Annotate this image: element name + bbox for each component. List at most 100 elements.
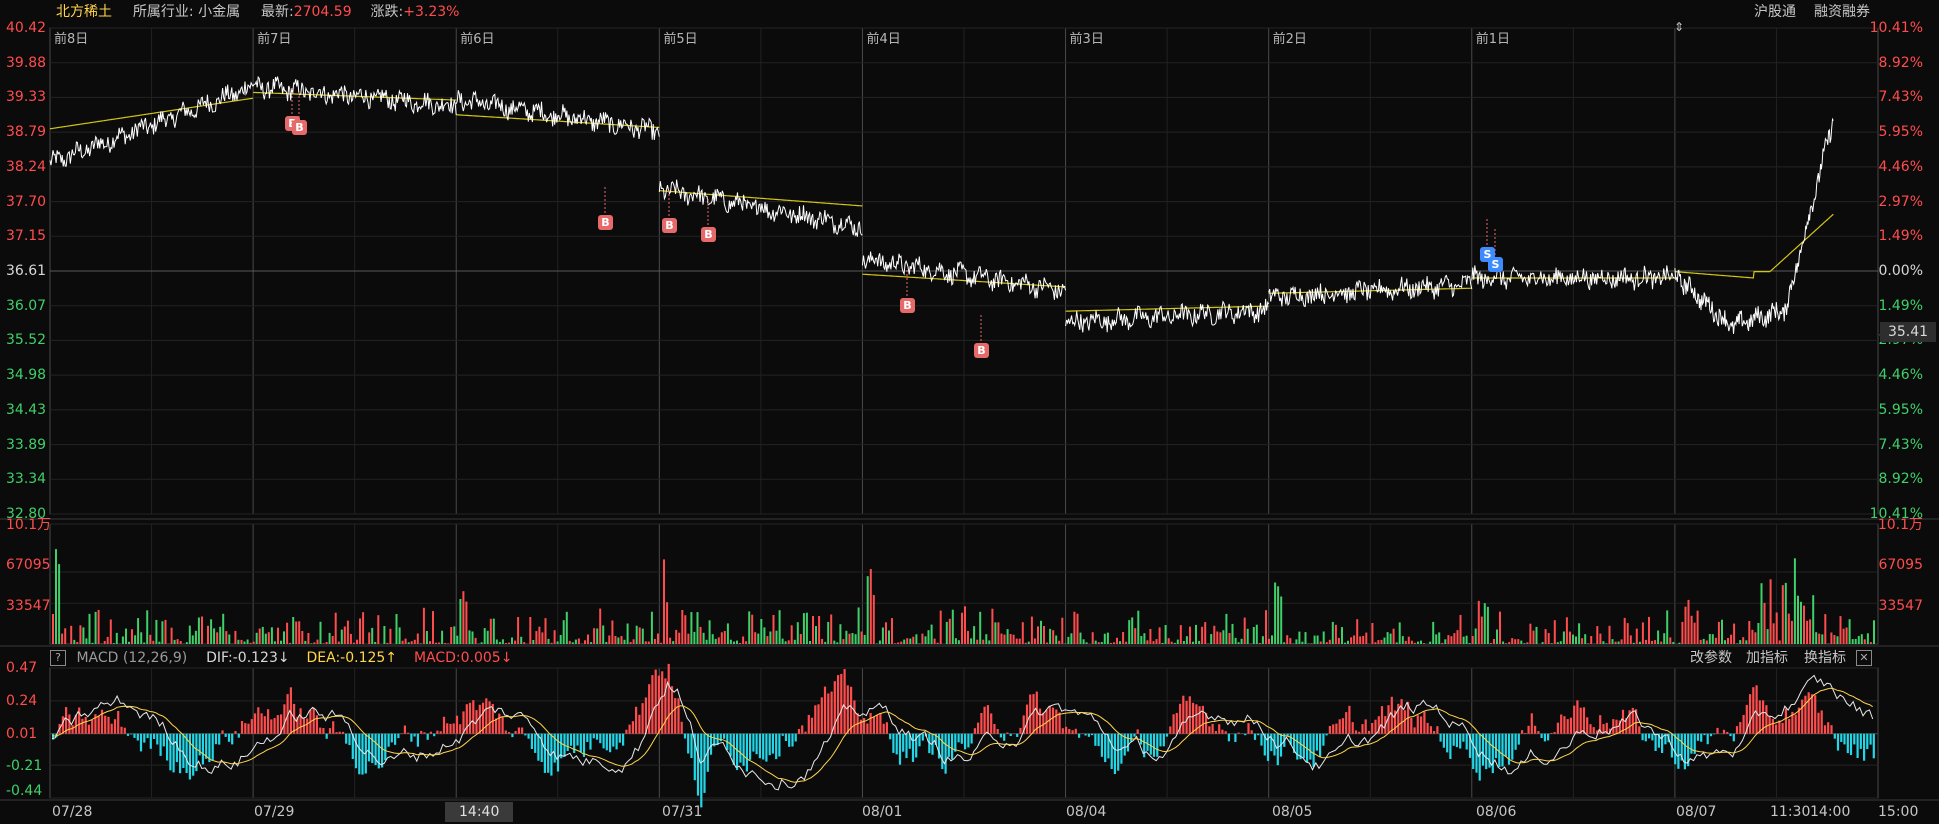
switch-indicator-button[interactable]: 换指标 bbox=[1804, 648, 1846, 668]
change-params-button[interactable]: 改参数 bbox=[1690, 648, 1732, 668]
macd-bar bbox=[1830, 725, 1833, 734]
macd-bar bbox=[521, 727, 524, 734]
macd-bar bbox=[556, 733, 560, 772]
macd-axis-3: -0.21 bbox=[6, 758, 43, 774]
volume-bar bbox=[1535, 626, 1538, 644]
volume-bar bbox=[1730, 634, 1733, 644]
drag-handle-icon[interactable]: ⇕ bbox=[1674, 20, 1684, 34]
buy-marker[interactable]: B bbox=[598, 215, 613, 230]
volume-bar bbox=[644, 641, 647, 644]
volume-bar bbox=[1821, 634, 1824, 644]
volume-bar bbox=[304, 640, 307, 644]
volume-bar bbox=[611, 620, 614, 644]
volume-bar bbox=[1790, 620, 1793, 644]
volume-bar bbox=[158, 641, 161, 644]
time-tick-label: 08/05 bbox=[1272, 804, 1313, 820]
volume-bar bbox=[340, 629, 343, 644]
volume-bar bbox=[556, 641, 559, 644]
macd-bar bbox=[599, 733, 602, 744]
volume-bar bbox=[921, 633, 924, 644]
add-indicator-button[interactable]: 加指标 bbox=[1746, 648, 1788, 668]
macd-bar bbox=[1374, 719, 1377, 734]
macd-bar bbox=[1087, 733, 1090, 737]
volume-bar bbox=[371, 627, 374, 644]
time-tick-label: 07/29 bbox=[254, 804, 295, 820]
stock-name[interactable]: 北方稀土 bbox=[56, 4, 112, 20]
volume-bar bbox=[1866, 633, 1869, 644]
volume-bar bbox=[608, 635, 611, 644]
volume-bar bbox=[1365, 632, 1368, 644]
buy-marker[interactable]: B bbox=[292, 120, 307, 135]
macd-bar bbox=[1221, 729, 1224, 734]
macd-label[interactable]: MACD (12,26,9) bbox=[76, 650, 187, 666]
macd-bar bbox=[1260, 733, 1263, 746]
macd-bar bbox=[524, 733, 527, 736]
macd-bar bbox=[1742, 715, 1745, 734]
day-label: 前5日 bbox=[663, 32, 698, 47]
volume-bar bbox=[1341, 627, 1343, 644]
buy-marker[interactable]: B bbox=[974, 343, 989, 358]
time-tick-label: 08/04 bbox=[1066, 804, 1107, 820]
macd-bar bbox=[648, 684, 651, 734]
macd-bar bbox=[605, 733, 608, 751]
volume-bar bbox=[511, 637, 513, 644]
macd-bar bbox=[1426, 722, 1429, 734]
volume-bar bbox=[961, 612, 963, 644]
macd-bar bbox=[983, 706, 986, 734]
macd-bar bbox=[1840, 733, 1843, 742]
macd-bar bbox=[866, 723, 869, 734]
macd-bar bbox=[911, 733, 915, 762]
volume-bar bbox=[1353, 635, 1356, 644]
volume-bar bbox=[438, 642, 441, 644]
volume-bar bbox=[1587, 643, 1590, 644]
buy-marker[interactable]: B bbox=[701, 227, 716, 242]
hgt-link[interactable]: 沪股通 bbox=[1754, 2, 1796, 22]
macd-bar bbox=[407, 732, 410, 734]
macd-bar bbox=[384, 733, 387, 761]
day-label: 前1日 bbox=[1475, 32, 1511, 47]
macd-bar bbox=[361, 733, 364, 775]
macd-bar bbox=[495, 718, 498, 734]
macd-bar bbox=[1638, 726, 1641, 734]
volume-bar bbox=[918, 643, 921, 644]
volume-bar bbox=[465, 601, 468, 644]
volume-bar bbox=[687, 633, 690, 644]
volume-bar bbox=[155, 619, 158, 644]
volume-bar bbox=[1037, 626, 1039, 644]
macd-bar bbox=[1504, 733, 1507, 757]
volume-bar bbox=[769, 631, 772, 644]
volume-bar bbox=[1529, 623, 1532, 644]
volume-bar bbox=[714, 638, 717, 644]
volume-bar bbox=[1082, 639, 1085, 644]
sell-marker[interactable]: S bbox=[1488, 257, 1503, 272]
volume-bar bbox=[869, 569, 872, 644]
close-icon[interactable]: ✕ bbox=[1856, 650, 1872, 666]
rzrq-link[interactable]: 融资融券 bbox=[1814, 2, 1870, 22]
volume-bar bbox=[1243, 617, 1246, 644]
volume-bar bbox=[1377, 640, 1380, 644]
volume-bar bbox=[605, 642, 608, 644]
buy-marker[interactable]: B bbox=[900, 298, 915, 313]
volume-bar bbox=[596, 628, 599, 644]
help-icon[interactable]: ? bbox=[50, 650, 66, 666]
volume-bar bbox=[954, 638, 957, 644]
volume-bar bbox=[1246, 628, 1249, 644]
volume-bar bbox=[1079, 632, 1082, 644]
macd-bar bbox=[1752, 687, 1755, 734]
volume-bar bbox=[1100, 642, 1103, 644]
macd-bar bbox=[970, 733, 973, 744]
macd-bar bbox=[902, 733, 905, 752]
volume-bar bbox=[739, 643, 741, 644]
volume-bar bbox=[462, 591, 465, 644]
macd-bar bbox=[719, 733, 722, 742]
volume-bar bbox=[632, 639, 635, 644]
buy-marker[interactable]: B bbox=[662, 218, 677, 233]
macd-bar bbox=[1589, 724, 1592, 734]
volume-bar bbox=[672, 641, 675, 644]
time-tick-label: 11:30 bbox=[1770, 804, 1811, 820]
industry-value[interactable]: 小金属 bbox=[198, 4, 240, 20]
macd-bar bbox=[1074, 728, 1077, 734]
volume-bar bbox=[1508, 642, 1511, 644]
macd-bar bbox=[1612, 719, 1615, 734]
macd-axis-4: -0.44 bbox=[6, 783, 43, 799]
